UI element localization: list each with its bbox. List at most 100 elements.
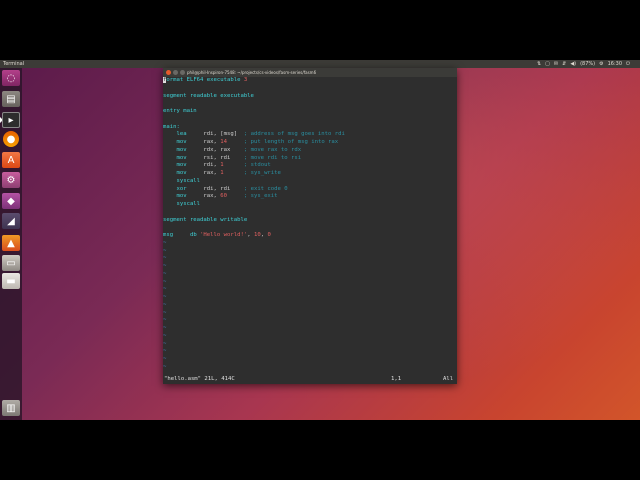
code-token: segment readable executable — [163, 92, 254, 99]
indicator-item[interactable]: 16:30 — [608, 60, 622, 68]
code-line: msg db 'Hello world!', 10, 0 — [163, 232, 457, 240]
empty-line-marker: ~ — [163, 294, 167, 300]
code-line: segment readable writable — [163, 217, 457, 225]
file-info: "hello.asm" 21L, 414C — [164, 376, 235, 382]
top-panel: Terminal ⇅ ▢ ✉ ⇵ ◀) (87%) ⚙ 16:30 ⏻ — [0, 60, 640, 68]
window-controls — [166, 70, 185, 75]
empty-line-marker: ~ — [163, 286, 167, 293]
cursor-position: 1,1 — [391, 376, 402, 382]
empty-line-marker: ~ — [163, 301, 167, 308]
indicator-item[interactable]: ⇵ — [562, 60, 566, 68]
empty-line-marker: ~ — [163, 309, 167, 316]
software-center-icon[interactable]: A — [2, 152, 20, 168]
empty-line-marker: ~ — [163, 247, 167, 254]
code-line: mov rdi, 1 ; stdout — [163, 162, 457, 170]
code-token: mov — [163, 146, 204, 153]
indicator-item[interactable]: ▢ — [545, 60, 550, 68]
indicator-item[interactable]: ⏻ — [626, 60, 630, 68]
code-token: segment readable writable — [163, 216, 248, 223]
indicator-item[interactable]: ✉ — [554, 60, 558, 68]
terminal-icon[interactable]: ▸ — [2, 112, 20, 128]
empty-line-marker: ~ — [163, 239, 167, 246]
code-line: main: — [163, 124, 457, 132]
code-token: 'Hello world!' — [200, 232, 248, 238]
indicator-item[interactable]: ◀) — [570, 60, 576, 68]
code-line: format ELF64 executable 3 — [163, 77, 457, 85]
vim-statusline: "hello.asm" 21L, 414C 1,1 All — [163, 375, 457, 384]
code-token: ; sys_exit — [243, 193, 278, 200]
code-token: syscall — [163, 201, 201, 207]
empty-line-marker: ~ — [163, 325, 167, 331]
code-token: rax, — [203, 170, 221, 176]
ubuntu-dash-icon[interactable]: ◌ — [2, 70, 20, 86]
app-icon[interactable]: ◢ — [2, 213, 20, 229]
code-line: mov rdx, rax ; move rax to rdx — [163, 147, 457, 155]
code-token: ; sys_write — [243, 170, 281, 176]
code-token: xor — [163, 185, 204, 192]
empty-line-marker: ~ — [163, 255, 167, 262]
app-icon[interactable]: ▭ — [2, 255, 20, 271]
app-icon[interactable]: ▲ — [2, 235, 20, 251]
letterbox-bottom — [0, 420, 640, 480]
files-icon[interactable]: ▤ — [2, 91, 20, 107]
code-token: mov — [163, 162, 204, 169]
firefox-icon[interactable]: ● — [3, 131, 19, 147]
terminal-window[interactable]: phil@phil-Inspiron-7548: ~/projects/cs-v… — [163, 68, 457, 384]
indicator-item[interactable]: ⇅ — [537, 60, 541, 68]
empty-line-marker: ~ — [163, 317, 167, 324]
drive-icon[interactable]: ▬ — [2, 273, 20, 289]
code-line: entry main — [163, 108, 457, 116]
close-icon[interactable] — [166, 70, 171, 75]
code-token: 14 — [220, 139, 228, 145]
code-line: mov rsi, rdi ; move rdi to rsi — [163, 155, 457, 163]
code-token: ; move rdi to rsi — [243, 154, 302, 161]
vim-editor[interactable]: format ELF64 executable 3 segment readabl… — [163, 77, 457, 375]
code-token: main: — [163, 123, 180, 130]
code-token: entry main — [163, 108, 197, 114]
code-token: ; move rax to rdx — [243, 146, 302, 153]
code-token: msg — [163, 232, 190, 238]
code-token: rdi, — [203, 162, 221, 169]
empty-line-marker: ~ — [163, 348, 167, 355]
code-token: rax, — [203, 193, 221, 200]
window-titlebar[interactable]: phil@phil-Inspiron-7548: ~/projects/cs-v… — [163, 68, 457, 77]
desktop: Terminal ⇅ ▢ ✉ ⇵ ◀) (87%) ⚙ 16:30 ⏻ ◌ ▤ ▸ ● A ⚙ … — [0, 60, 640, 420]
code-token: ; address of msg goes into rdi — [243, 131, 345, 138]
settings-icon[interactable]: ⚙ — [2, 172, 20, 188]
minimize-icon[interactable] — [173, 70, 178, 75]
trash-icon[interactable]: ▥ — [2, 400, 20, 416]
code-token: rdi, rdi — [203, 185, 244, 192]
code-token: rax, — [203, 139, 221, 145]
maximize-icon[interactable] — [180, 70, 185, 75]
scroll-position: All — [443, 376, 454, 382]
code-token: mov — [163, 154, 204, 161]
code-token: 0 — [267, 232, 271, 238]
empty-line-marker: ~ — [163, 340, 167, 347]
code-token: , — [247, 232, 254, 238]
active-app-name: Terminal — [3, 61, 25, 67]
code-line: mov rax, 14 ; put length of msg into rax — [163, 139, 457, 147]
code-token: 10 — [253, 232, 261, 238]
app-icon[interactable]: ◆ — [2, 193, 20, 209]
indicator-item[interactable]: (87%) — [580, 60, 595, 68]
code-token: rdi, [msg] — [203, 131, 244, 138]
code-token: ormat ELF64 executable — [166, 77, 244, 83]
code-token: rdx, rax — [203, 146, 244, 153]
code-line: syscall — [163, 178, 457, 186]
indicator-area: ⇅ ▢ ✉ ⇵ ◀) (87%) ⚙ 16:30 ⏻ — [537, 60, 630, 68]
indicator-item[interactable]: ⚙ — [599, 60, 603, 68]
empty-line-marker: ~ — [163, 270, 167, 277]
code-token: 60 — [220, 193, 228, 200]
launcher: ◌ ▤ ▸ ● A ⚙ ◆ ◢ ▲ ▭ ▬ ▥ — [0, 68, 22, 420]
code-token: db — [189, 232, 201, 238]
code-line: syscall — [163, 201, 457, 209]
window-title: phil@phil-Inspiron-7548: ~/projects/cs-v… — [187, 70, 317, 75]
code-token: syscall — [163, 177, 201, 184]
